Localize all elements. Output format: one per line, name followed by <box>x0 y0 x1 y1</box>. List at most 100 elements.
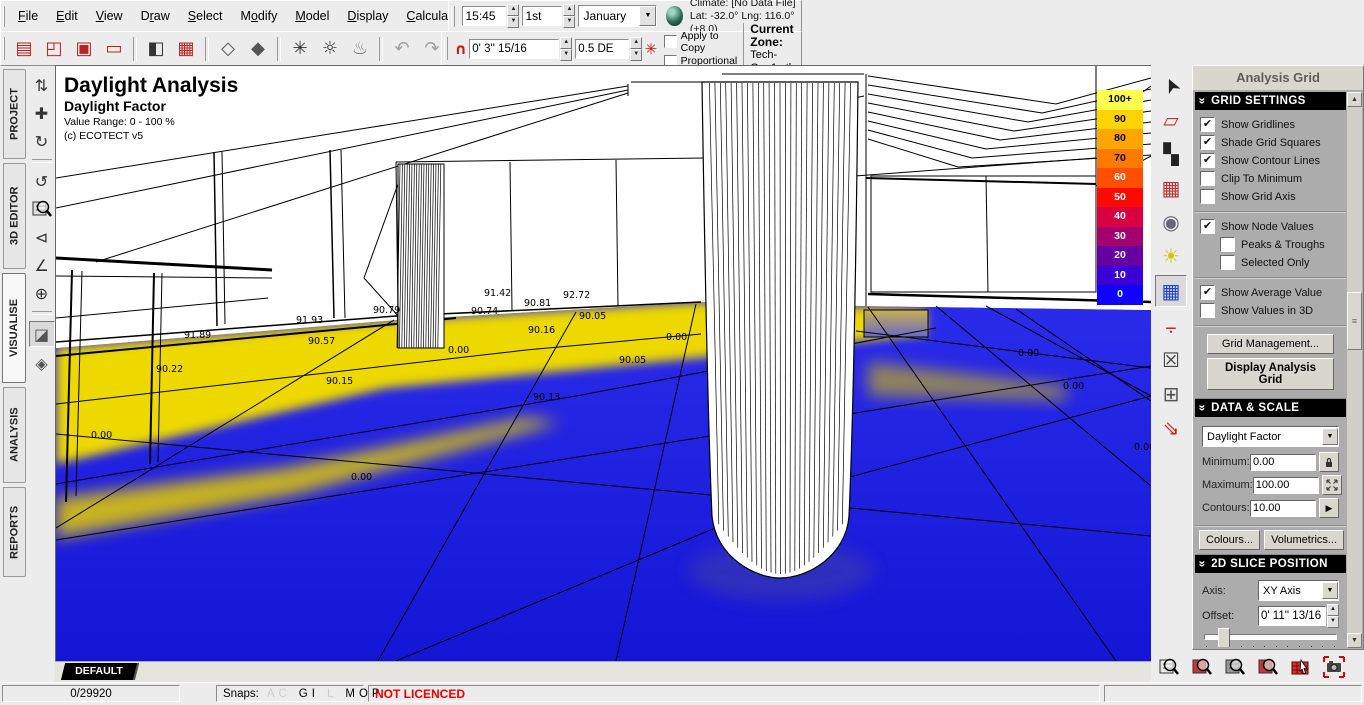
shadows-icon[interactable]: ✳ <box>286 36 314 62</box>
volumetrics-button[interactable]: Volumetrics... <box>1264 530 1344 550</box>
analysis-grid-icon[interactable]: ▦ <box>1155 275 1187 307</box>
scroll-down-icon[interactable]: ▼ <box>1347 633 1362 648</box>
toolbar-grip[interactable] <box>451 6 455 27</box>
select-grid-cells-icon[interactable] <box>1285 652 1316 683</box>
spin-down-icon[interactable]: ▼ <box>507 16 519 28</box>
axonometric-view-icon[interactable]: ◇ <box>214 36 242 62</box>
attribute-dropdown[interactable]: Daylight Factor ▼ <box>1202 426 1339 447</box>
checkbox[interactable]: ✔ <box>1200 135 1215 150</box>
option-show-average-value[interactable]: ✔Show Average Value <box>1200 285 1341 300</box>
visibility-eye-icon[interactable]: ◉ <box>1156 207 1186 237</box>
checkbox[interactable] <box>1200 303 1215 318</box>
spin-up-icon[interactable]: ▲ <box>507 4 519 16</box>
menu-edit[interactable]: Edit <box>47 3 87 29</box>
spin-up-icon[interactable]: ▲ <box>560 37 572 49</box>
chevron-down-icon[interactable]: ▼ <box>1322 582 1338 599</box>
option-show-contour-lines[interactable]: ✔Show Contour Lines <box>1200 153 1341 168</box>
day-input[interactable] <box>522 6 562 26</box>
spin-up-icon[interactable]: ▲ <box>1327 604 1339 616</box>
time-spinner[interactable]: ▲▼ <box>507 4 519 28</box>
spin-up-icon[interactable]: ▲ <box>630 37 642 49</box>
zoom-icon[interactable] <box>30 197 54 221</box>
tab-visualise[interactable]: VISUALISE <box>2 273 26 383</box>
move-object-icon[interactable]: ▱ <box>1156 105 1186 135</box>
spatial-points-icon[interactable]: ⨪ <box>1156 311 1186 341</box>
menu-draw[interactable]: Draw <box>132 3 179 29</box>
pan-icon[interactable]: ✚ <box>30 101 54 125</box>
zoom-wireframe-icon[interactable] <box>1153 652 1184 683</box>
spin-down-icon[interactable]: ▼ <box>560 49 572 61</box>
display-analysis-grid-button[interactable]: Display Analysis Grid <box>1207 358 1335 390</box>
zoom-selection-icon[interactable] <box>1186 652 1217 683</box>
pan-vertical-icon[interactable]: ⇅ <box>30 73 54 97</box>
snap-magnet-icon[interactable]: ∩ <box>453 37 468 61</box>
minimum-input[interactable] <box>1250 454 1316 471</box>
render-grid-icon[interactable]: ▦ <box>1156 173 1186 203</box>
menu-model[interactable]: Model <box>286 3 338 29</box>
export-data-icon[interactable]: ⇘ <box>1156 413 1186 443</box>
scroll-up-icon[interactable]: ▲ <box>1347 92 1362 107</box>
orbit-icon[interactable]: ↺ <box>30 169 54 193</box>
rotate-view-icon[interactable]: ↻ <box>30 129 54 153</box>
offset-input[interactable]: 0' 11'' 13/16 <box>1258 606 1326 626</box>
origin-icon[interactable]: ⊕ <box>30 281 54 305</box>
tab-project[interactable]: PROJECT <box>3 69 26 159</box>
capture-view-icon[interactable] <box>1318 652 1349 683</box>
checkbox[interactable] <box>1200 189 1215 204</box>
axis-icon[interactable]: ✳ <box>643 37 658 61</box>
open-file-icon[interactable]: ◰ <box>40 36 68 62</box>
display-grid-icon[interactable]: ▦ <box>172 36 200 62</box>
toolbar-grip[interactable] <box>3 6 5 27</box>
save-icon[interactable]: ▣ <box>70 36 98 62</box>
toolbar-grip[interactable] <box>444 37 448 60</box>
tab-analysis[interactable]: ANALYSIS <box>3 387 26 483</box>
option-selected-only[interactable]: Selected Only <box>1220 255 1341 270</box>
slider-thumb[interactable] <box>1218 628 1230 647</box>
option-show-values-in-3d[interactable]: Show Values in 3D <box>1200 303 1341 318</box>
option-show-grid-axis[interactable]: Show Grid Axis <box>1200 189 1341 204</box>
menu-display[interactable]: Display <box>338 3 397 29</box>
fit-range-icon[interactable] <box>1322 475 1342 495</box>
collapse-chevron-icon[interactable]: » <box>1198 97 1208 104</box>
checkbox[interactable]: ✔ <box>1200 219 1215 234</box>
new-file-icon[interactable]: ▤ <box>10 36 38 62</box>
view-direction-icon[interactable]: ⊲ <box>30 225 54 249</box>
chevron-down-icon[interactable]: ▼ <box>1322 428 1338 445</box>
snap-distance-input[interactable]: 0' 3'' 15/16 <box>469 39 559 59</box>
sun-path-icon[interactable]: ☀ <box>1156 241 1186 271</box>
snap-spinner[interactable]: ▲▼ <box>560 37 572 61</box>
grid-view-icon[interactable]: ◈ <box>30 351 54 375</box>
grid-management-button[interactable]: Grid Management... <box>1207 334 1335 354</box>
delete-icon[interactable]: ☒ <box>1156 345 1186 375</box>
offset-slider[interactable] <box>1204 634 1337 640</box>
spin-down-icon[interactable]: ▼ <box>563 16 575 28</box>
thermal-icon[interactable]: ♨ <box>346 36 374 62</box>
viewport-3d[interactable]: 91.4292.7290.8190.7490.0590.1690.7991.93… <box>55 65 1151 661</box>
option-peaks-troughs[interactable]: Peaks & Troughs <box>1220 237 1341 252</box>
option-show-node-values[interactable]: ✔Show Node Values <box>1200 219 1341 234</box>
zoom-grid-icon[interactable] <box>1252 652 1283 683</box>
section-data-scale[interactable]: » DATA & SCALE <box>1195 399 1346 417</box>
spin-up-icon[interactable]: ▲ <box>563 4 575 16</box>
apply-to-copy-checkbox[interactable] <box>664 35 677 48</box>
panel-scrollbar[interactable]: ▲ ≡ ▼ <box>1347 92 1362 648</box>
menu-file[interactable]: File <box>9 3 47 29</box>
render-preview-icon[interactable]: ▚ <box>1156 139 1186 169</box>
toolbar-grip[interactable] <box>3 37 5 60</box>
select-arrow-icon[interactable]: ➤ <box>1156 71 1186 101</box>
print-icon[interactable]: ▭ <box>100 36 128 62</box>
tab-reports[interactable]: REPORTS <box>3 487 26 577</box>
apply-to-copy-row[interactable]: Apply to Copy <box>664 30 738 54</box>
menu-modify[interactable]: Modify <box>232 3 287 29</box>
lighting-icon[interactable]: ☼ <box>316 36 344 62</box>
lock-icon[interactable] <box>1319 452 1339 472</box>
spin-down-icon[interactable]: ▼ <box>1327 616 1339 628</box>
option-show-gridlines[interactable]: ✔Show Gridlines <box>1200 117 1341 132</box>
apply-contours-icon[interactable]: ▶ <box>1319 498 1339 518</box>
menu-view[interactable]: View <box>87 3 132 29</box>
menu-select[interactable]: Select <box>179 3 232 29</box>
maximum-input[interactable] <box>1253 477 1319 494</box>
collapse-chevron-icon[interactable]: » <box>1198 560 1208 567</box>
checkbox[interactable] <box>1220 255 1235 270</box>
checkbox[interactable]: ✔ <box>1200 153 1215 168</box>
